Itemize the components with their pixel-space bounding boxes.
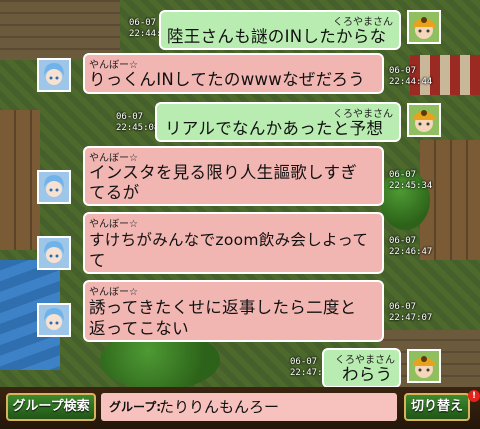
message-date: 06-07 bbox=[389, 236, 417, 246]
message-date: 06-07 bbox=[129, 18, 157, 28]
group-selector[interactable]: グループ: たりりんもんろー bbox=[101, 393, 397, 421]
chat-input-bar: グループ検索 グループ: たりりんもんろー 切り替え bbox=[0, 387, 480, 429]
message-line: 陸王さんも謎のINしたからな bbox=[167, 27, 387, 46]
blue-haired-character-avatar-icon[interactable] bbox=[37, 170, 71, 204]
sender-name: くろやまさん bbox=[333, 17, 393, 28]
message-date: 06-07 bbox=[116, 112, 144, 122]
sender-name: くろやまさん bbox=[335, 355, 395, 366]
message-bubble: やんぼー☆ すけちがみんなでzoom飲み会しよって て bbox=[83, 212, 384, 274]
blue-haired-character-avatar-icon[interactable] bbox=[37, 303, 71, 337]
group-name: たりりんもんろー bbox=[159, 398, 280, 416]
message-time: 22:47:07 bbox=[389, 313, 433, 323]
sender-name: やんぼー☆ bbox=[89, 60, 138, 71]
blue-haired-character-avatar-icon[interactable] bbox=[37, 236, 71, 270]
message-bubble: くろやまさん わらう bbox=[322, 348, 401, 388]
message-line: て bbox=[89, 251, 106, 270]
sender-name: くろやまさん bbox=[333, 109, 393, 120]
message-line: すけちがみんなでzoom飲み会しよって bbox=[89, 231, 369, 249]
message-date: 06-07 bbox=[389, 170, 417, 180]
message-date: 06-07 bbox=[290, 357, 318, 367]
orange-hat-character-avatar-icon[interactable] bbox=[407, 349, 441, 383]
notification-badge: ! bbox=[468, 390, 480, 402]
sender-name: やんぼー☆ bbox=[89, 219, 138, 230]
message-line: てるが bbox=[89, 183, 140, 202]
blue-haired-character-avatar-icon[interactable] bbox=[37, 58, 71, 92]
message-date: 06-07 bbox=[389, 66, 417, 76]
message-bubble: やんぼー☆ インスタを見る限り人生謳歌しすぎ てるが bbox=[83, 146, 384, 206]
message-line: わらう bbox=[342, 365, 393, 384]
sender-name: やんぼー☆ bbox=[89, 287, 138, 298]
switch-button[interactable]: 切り替え bbox=[404, 393, 470, 421]
message-time: 22:44:44 bbox=[389, 77, 433, 87]
group-search-button[interactable]: グループ検索 bbox=[6, 393, 96, 421]
message-time: 22:46:47 bbox=[389, 247, 433, 257]
message-date: 06-07 bbox=[389, 302, 417, 312]
message-time: 22:45:08 bbox=[116, 123, 160, 133]
message-line: リアルでなんかあったと予想 bbox=[165, 119, 384, 138]
message-line: インスタを見る限り人生謳歌しすぎ bbox=[89, 163, 358, 182]
message-bubble: やんぼー☆ 誘ってきたくせに返事したら二度と 返ってこない bbox=[83, 280, 384, 342]
message-line: りっくんINしてたのwwwなぜだろう bbox=[89, 70, 366, 89]
message-bubble: くろやまさん 陸王さんも謎のINしたからな bbox=[159, 10, 401, 50]
message-line: 誘ってきたくせに返事したら二度と bbox=[89, 298, 357, 317]
message-line: 返ってこない bbox=[89, 319, 189, 338]
orange-hat-character-avatar-icon[interactable] bbox=[407, 10, 441, 44]
orange-hat-character-avatar-icon[interactable] bbox=[407, 103, 441, 137]
group-label: グループ: bbox=[109, 400, 162, 414]
message-bubble: くろやまさん リアルでなんかあったと予想 bbox=[155, 102, 401, 142]
message-time: 22:45:34 bbox=[389, 181, 433, 191]
sender-name: やんぼー☆ bbox=[89, 153, 138, 164]
message-bubble: やんぼー☆ りっくんINしてたのwwwなぜだろう bbox=[83, 53, 384, 94]
